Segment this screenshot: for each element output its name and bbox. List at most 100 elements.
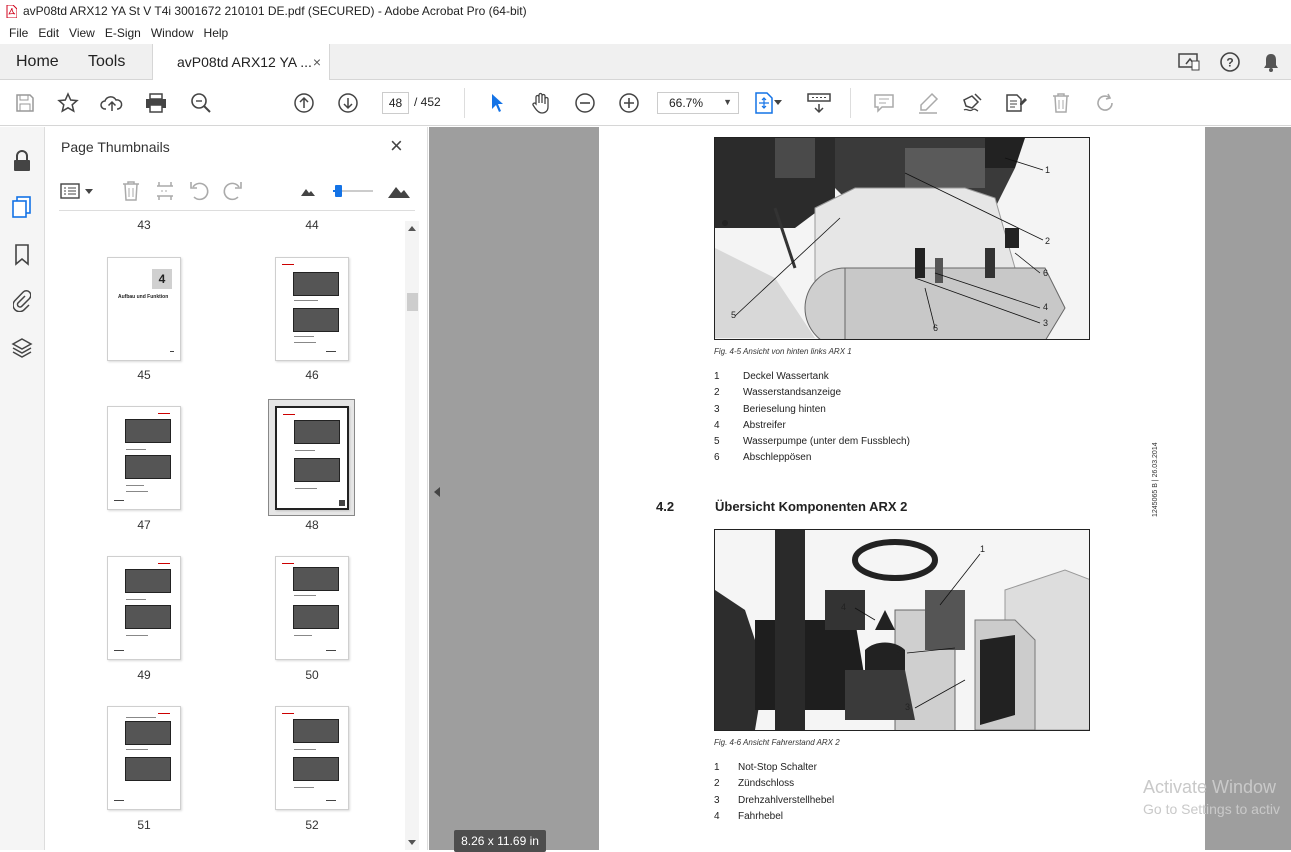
thumbnail-text	[294, 300, 318, 301]
options-menu-icon[interactable]	[59, 179, 95, 203]
zoom-search-icon[interactable]	[189, 91, 213, 115]
legend-number: 1	[714, 762, 720, 773]
thumbnail-figure	[294, 420, 340, 444]
menu-help[interactable]: Help	[199, 26, 234, 40]
rotate-clockwise-icon[interactable]	[221, 179, 245, 203]
comment-icon[interactable]	[872, 91, 896, 115]
menu-esign[interactable]: E-Sign	[100, 26, 146, 40]
previous-page-icon[interactable]	[292, 91, 316, 115]
legend-text: Abstreifer	[743, 419, 786, 431]
page-thumbnail-45[interactable]: 4 Aufbau und Funktion	[107, 257, 181, 361]
section-number: 4.2	[656, 499, 675, 514]
save-icon[interactable]	[13, 91, 37, 115]
thumbnail-label: 44	[305, 218, 319, 232]
print-icon[interactable]	[144, 91, 168, 115]
notification-bell-icon[interactable]	[1250, 52, 1291, 72]
thumbnail-text	[294, 635, 312, 636]
thumbnail-figure	[125, 757, 171, 781]
acrobat-icon	[6, 4, 17, 18]
tab-bar: Home Tools avP08td ARX12 YA ... × ?	[0, 44, 1291, 81]
page-footer-mark	[114, 650, 124, 651]
fit-dropdown-chevron-icon[interactable]	[772, 91, 784, 115]
delete-page-icon[interactable]	[119, 179, 143, 203]
thumbnail-text	[294, 749, 316, 750]
next-page-icon[interactable]	[336, 91, 360, 115]
menu-edit[interactable]: Edit	[33, 26, 64, 40]
zoom-level-select[interactable]: 66.7% ▼	[657, 92, 739, 114]
thumbnail-label: 43	[137, 218, 151, 232]
thumbnail-text	[126, 717, 156, 718]
callout-lines	[734, 157, 1044, 329]
resize-handle	[339, 500, 345, 506]
zoom-out-icon[interactable]	[573, 91, 597, 115]
menu-file[interactable]: File	[4, 26, 33, 40]
zoom-in-icon[interactable]	[617, 91, 641, 115]
tab-home[interactable]: Home	[16, 44, 59, 80]
menu-window[interactable]: Window	[146, 26, 199, 40]
menu-view[interactable]: View	[64, 26, 100, 40]
thumbnail-figure	[125, 419, 171, 443]
hand-tool-icon[interactable]	[529, 91, 553, 115]
main-toolbar: 48 / 452 66.7% ▼	[0, 80, 1291, 126]
scroll-mode-icon[interactable]	[807, 91, 831, 115]
page-thumbnail-46[interactable]	[275, 257, 349, 361]
bookmark-star-icon[interactable]	[56, 91, 80, 115]
large-thumbnails-mountain-icon[interactable]	[387, 179, 411, 203]
attachments-paperclip-icon[interactable]	[10, 289, 34, 313]
legend-row: 3 Berieselung hinten	[714, 404, 1014, 420]
legend-number: 1	[714, 371, 720, 382]
extract-page-icon[interactable]	[153, 179, 177, 203]
help-icon[interactable]: ?	[1209, 51, 1250, 73]
page-header-mark	[283, 414, 295, 415]
page-thumbnail-48-selected[interactable]	[275, 406, 349, 510]
thumbnail-label: 48	[305, 518, 319, 532]
callout-lines	[854, 553, 981, 709]
callout-label: 4	[841, 602, 847, 612]
page-thumbnail-49[interactable]	[107, 556, 181, 660]
document-code: 1245065 B | 26.03.2014	[1152, 442, 1159, 517]
activation-watermark-line2: Go to Settings to activ	[1143, 801, 1280, 817]
redo-icon[interactable]	[1093, 91, 1117, 115]
page-footer-mark	[326, 800, 336, 801]
tab-close-icon[interactable]: ×	[313, 44, 321, 80]
page-thumbnail-52[interactable]	[275, 706, 349, 810]
tab-tools[interactable]: Tools	[88, 44, 125, 80]
rotate-counterclockwise-icon[interactable]	[187, 179, 211, 203]
thumbnail-scrollbar[interactable]	[405, 221, 419, 850]
document-view[interactable]: 1 2 6 4 3 6 5 Fig. 4-5 Ansicht von hinte…	[429, 127, 1291, 852]
delete-trash-icon[interactable]	[1049, 91, 1073, 115]
small-thumbnails-mountain-icon[interactable]	[296, 179, 320, 203]
thumbnail-label: 52	[305, 818, 319, 832]
bookmarks-icon[interactable]	[10, 243, 34, 267]
thumbnail-figure	[293, 757, 339, 781]
scroll-up-arrow-icon[interactable]	[408, 225, 416, 231]
select-cursor-icon[interactable]	[485, 91, 509, 115]
page-thumbnail-51[interactable]	[107, 706, 181, 810]
tab-document[interactable]: avP08td ARX12 YA ... ×	[152, 44, 330, 81]
share-screen-icon[interactable]	[1168, 52, 1209, 72]
edit-pdf-icon[interactable]	[1004, 91, 1028, 115]
callout-label: 5	[731, 310, 737, 320]
page-thumbnails-panel: Page Thumbnails × 43 44 4 Aufbau und Fun…	[45, 127, 428, 850]
scroll-down-arrow-icon[interactable]	[408, 840, 416, 846]
page-thumbnails-icon[interactable]	[10, 195, 34, 219]
page-number-input[interactable]: 48	[382, 92, 409, 114]
lock-icon[interactable]	[10, 149, 34, 173]
callout-label: 6	[1043, 268, 1049, 278]
highlight-pen-icon[interactable]	[916, 91, 940, 115]
thumbnail-size-slider[interactable]	[331, 179, 375, 203]
page-footer-mark	[326, 650, 336, 651]
legend-number: 4	[714, 419, 720, 431]
legend-row: 4 Fahrhebel	[714, 811, 1014, 827]
thumbnail-tools	[45, 173, 428, 209]
upload-cloud-icon[interactable]	[100, 91, 124, 115]
layers-icon[interactable]	[10, 336, 34, 360]
page-thumbnail-47[interactable]	[107, 406, 181, 510]
close-panel-icon[interactable]: ×	[390, 134, 403, 158]
scrollbar-thumb[interactable]	[407, 293, 418, 311]
callout-label: 1	[980, 544, 986, 554]
page-thumbnail-50[interactable]	[275, 556, 349, 660]
collapse-panel-arrow-icon[interactable]	[434, 487, 440, 497]
thumbnail-text	[294, 336, 314, 337]
sign-pen-icon[interactable]	[960, 91, 984, 115]
